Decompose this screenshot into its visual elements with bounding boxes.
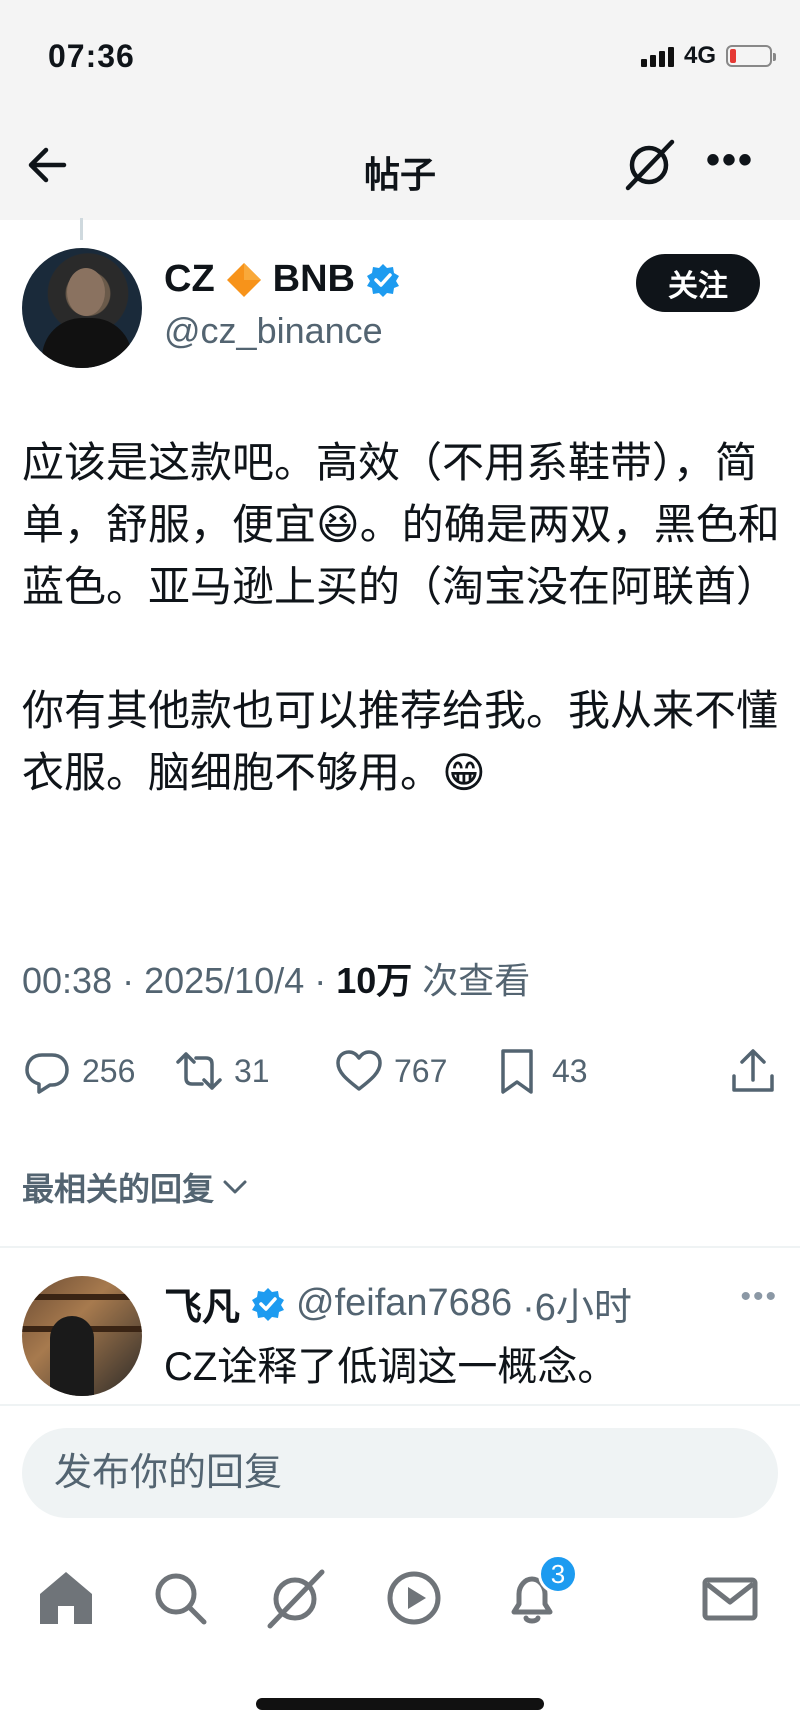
bottom-tab-bar: 3 [0, 1554, 800, 1640]
meta-separator: · [314, 960, 327, 1001]
author-handle[interactable]: @cz_binance [164, 310, 383, 352]
reply-icon [25, 1053, 69, 1094]
post-paragraph-1: 应该是这款吧。高效（不用系鞋带），简单，舒服，便宜😆。的确是两双，黑色和蓝色。亚… [22, 439, 780, 610]
grok-button[interactable] [622, 136, 678, 192]
repost-button[interactable]: 31 [174, 1046, 270, 1096]
meta-separator: · [122, 960, 135, 1001]
home-icon [40, 1572, 92, 1624]
verified-badge-icon [252, 1287, 285, 1321]
divider [0, 1404, 800, 1406]
reply-time: ·6小时 [522, 1287, 632, 1329]
reply-author-name[interactable]: 飞凡 [164, 1276, 240, 1331]
grok-icon [267, 1569, 325, 1629]
diamond-icon [226, 262, 261, 297]
repost-count: 31 [234, 1052, 270, 1089]
battery-level [730, 49, 736, 63]
notification-badge: 3 [538, 1554, 578, 1594]
status-bar: 07:36 4G [0, 0, 800, 110]
tab-home[interactable] [34, 1566, 98, 1630]
avatar[interactable] [22, 1276, 142, 1396]
page-title: 帖子 [363, 154, 436, 195]
chevron-down-icon [223, 1180, 247, 1194]
network-label: 4G [683, 42, 716, 69]
view-count[interactable]: 10万 [336, 952, 412, 1004]
post-text: 应该是这款吧。高效（不用系鞋带），简单，舒服，便宜😆。的确是两双，黑色和蓝色。亚… [22, 432, 782, 804]
follow-button[interactable]: 关注 [636, 254, 760, 312]
author-name-prefix: CZ [164, 258, 215, 300]
status-time: 07:36 [48, 38, 135, 74]
tab-messages[interactable] [698, 1566, 762, 1630]
share-button[interactable] [728, 1046, 778, 1096]
verified-badge-icon [366, 263, 399, 297]
reply-sort-selector[interactable]: 最相关的回复 [22, 1164, 250, 1210]
tab-search[interactable] [148, 1566, 212, 1630]
tab-grok[interactable] [264, 1566, 328, 1630]
sort-label: 最相关的回复 [22, 1171, 215, 1207]
like-button[interactable]: 767 [334, 1046, 447, 1096]
reply-item[interactable]: 飞凡 @feifan7686 ·6小时 ••• CZ诠释了低调这一概念。 [22, 1276, 782, 1396]
avatar-person [50, 1316, 94, 1396]
more-button[interactable]: ••• [700, 138, 760, 190]
reply-header: 飞凡 @feifan7686 ·6小时 [164, 1276, 632, 1331]
nav-bar: 帖子 ••• [0, 110, 800, 220]
reply-input[interactable] [22, 1428, 778, 1518]
reply-author-handle[interactable]: @feifan7686 [296, 1282, 512, 1325]
signal-icon [640, 45, 674, 67]
post-time: 00:38 [22, 960, 113, 1001]
view-label: 次查看 [422, 960, 531, 1001]
author-name-suffix: BNB [272, 258, 355, 300]
search-icon [155, 1573, 207, 1625]
mail-icon [702, 1577, 758, 1621]
like-count: 767 [394, 1052, 448, 1089]
tab-video[interactable] [382, 1566, 446, 1630]
avatar-shirt [42, 318, 132, 368]
avatar-shelf [22, 1294, 142, 1300]
avatar-face [67, 268, 105, 316]
repost-icon [176, 1052, 222, 1090]
status-indicators: 4G [640, 42, 776, 70]
divider [0, 1246, 800, 1248]
bookmark-button[interactable]: 43 [492, 1046, 588, 1096]
bookmark-icon [501, 1049, 533, 1094]
video-icon [387, 1571, 441, 1625]
grok-icon [625, 139, 675, 191]
post-author: CZ BNB @cz_binance 关注 [22, 248, 782, 368]
reply-more-button[interactable]: ••• [740, 1280, 778, 1314]
reply-button[interactable]: 256 [22, 1046, 135, 1096]
bookmark-count: 43 [552, 1052, 588, 1089]
post-paragraph-2: 你有其他款也可以推荐给我。我从来不懂衣服。脑细胞不够用。😁 [22, 687, 779, 796]
share-icon [732, 1049, 774, 1092]
post-actions: 256 31 767 43 [22, 1046, 782, 1106]
battery-icon [726, 45, 776, 67]
heart-icon [336, 1050, 382, 1091]
author-name-row[interactable]: CZ BNB [164, 258, 401, 301]
reply-count: 256 [82, 1052, 136, 1089]
home-indicator[interactable] [256, 1698, 544, 1710]
post-meta: 00:38 · 2025/10/4 · 10万 次查看 [22, 952, 530, 1004]
tab-notifications[interactable]: 3 [500, 1554, 578, 1630]
thread-line [80, 218, 83, 240]
reply-text: CZ诠释了低调这一概念。 [164, 1345, 618, 1389]
avatar[interactable] [22, 248, 142, 368]
post-date: 2025/10/4 [144, 960, 305, 1001]
